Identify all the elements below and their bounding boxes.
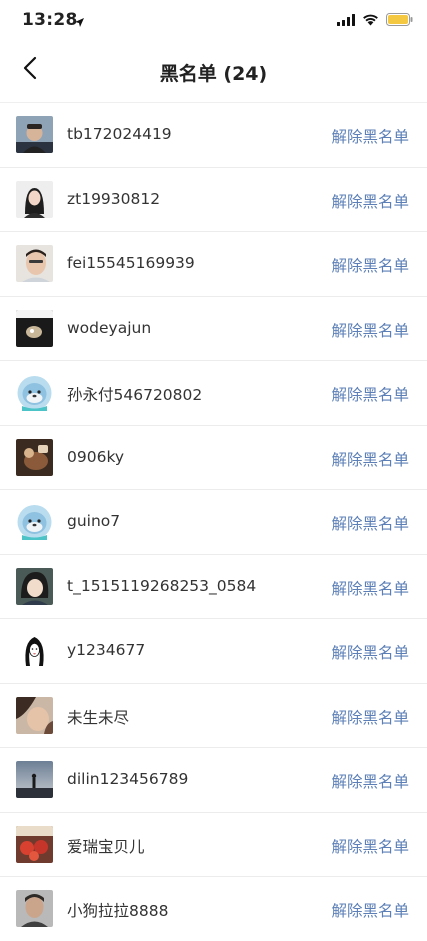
unblock-button[interactable]: 解除黑名单 — [331, 319, 409, 341]
unblock-button[interactable]: 解除黑名单 — [331, 190, 409, 212]
username: 爱瑞宝贝儿 — [67, 837, 145, 856]
username: fei15545169939 — [67, 254, 195, 272]
list-item: 爱瑞宝贝儿 解除黑名单 — [0, 813, 427, 877]
unblock-button[interactable]: 解除黑名单 — [331, 125, 409, 147]
list-item: 小狗拉拉8888 解除黑名单 — [0, 877, 427, 941]
username: y1234677 — [67, 641, 146, 659]
seal-cartoon-icon[interactable] — [16, 503, 53, 540]
list-item: fei15545169939 解除黑名单 — [0, 232, 427, 297]
location-arrow-icon — [74, 13, 85, 32]
username: zt19930812 — [67, 189, 161, 208]
status-bar: 13:28 — [0, 0, 427, 40]
username: t_1515119268253_0584 — [67, 576, 257, 595]
red-food-photo-icon[interactable] — [16, 825, 53, 863]
list-item: guino7 解除黑名单 — [0, 490, 427, 555]
unblock-button[interactable]: 解除黑名单 — [331, 770, 409, 792]
unblock-button[interactable]: 解除黑名单 — [331, 577, 409, 599]
battery-icon — [386, 11, 413, 30]
unblock-button[interactable]: 解除黑名单 — [331, 254, 409, 276]
wifi-icon — [362, 11, 379, 30]
username: tb172024419 — [67, 125, 172, 143]
page-title: 黑名单 (24) — [159, 63, 268, 85]
list-item: 未生未尽 解除黑名单 — [0, 684, 427, 748]
username: dilin123456789 — [67, 770, 189, 788]
dark-photo-icon[interactable] — [16, 309, 53, 347]
unblock-button[interactable]: 解除黑名单 — [331, 383, 409, 405]
username: wodeyajun — [67, 318, 152, 337]
man-portrait-icon[interactable] — [16, 116, 53, 153]
list-item: zt19930812 解除黑名单 — [0, 168, 427, 232]
list-item: dilin123456789 解除黑名单 — [0, 748, 427, 813]
food-photo-icon[interactable] — [16, 438, 53, 476]
ink-drawing-girl-icon[interactable] — [16, 632, 53, 669]
unblock-button[interactable]: 解除黑名单 — [331, 448, 409, 470]
list-item: 孙永付546720802 解除黑名单 — [0, 361, 427, 426]
man-portrait-icon[interactable] — [16, 890, 53, 927]
man-selfie-icon[interactable] — [16, 245, 53, 282]
seal-cartoon-icon[interactable] — [16, 374, 53, 411]
list-item: tb172024419 解除黑名单 — [0, 103, 427, 168]
list-item: y1234677 解除黑名单 — [0, 619, 427, 684]
username: 孙永付546720802 — [67, 386, 203, 404]
cellular-signal-icon — [337, 11, 355, 30]
unblock-button[interactable]: 解除黑名单 — [331, 641, 409, 663]
silhouette-landscape-icon[interactable] — [16, 761, 53, 798]
username: guino7 — [67, 512, 121, 530]
unblock-button[interactable]: 解除黑名单 — [331, 706, 409, 728]
username: 0906ky — [67, 447, 125, 466]
blacklist: tb172024419 解除黑名单 zt19930812 解除黑名单 fei15… — [0, 102, 427, 941]
username: 小狗拉拉8888 — [67, 902, 169, 920]
unblock-button[interactable]: 解除黑名单 — [331, 512, 409, 534]
woman-portrait-icon[interactable] — [16, 180, 53, 218]
unblock-button[interactable]: 解除黑名单 — [331, 835, 409, 857]
navigation-bar: 黑名单 (24) — [0, 40, 427, 102]
username: 未生未尽 — [67, 708, 130, 727]
face-photo-icon[interactable] — [16, 696, 53, 734]
unblock-button[interactable]: 解除黑名单 — [331, 899, 409, 921]
list-item: wodeyajun 解除黑名单 — [0, 297, 427, 361]
list-item: t_1515119268253_0584 解除黑名单 — [0, 555, 427, 619]
anime-character-icon[interactable] — [16, 567, 53, 605]
list-item: 0906ky 解除黑名单 — [0, 426, 427, 490]
status-time: 13:28 — [22, 10, 78, 30]
